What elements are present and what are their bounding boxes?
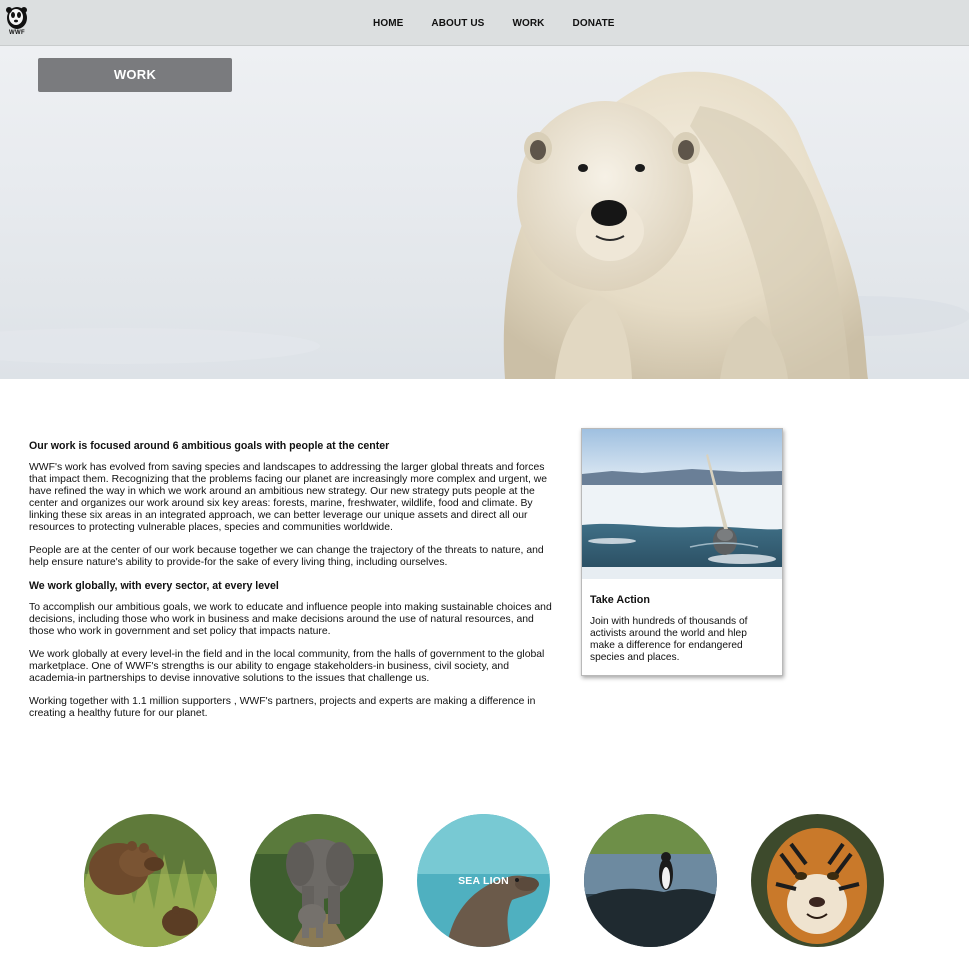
narwhal-image: [582, 429, 782, 579]
elephant-circle[interactable]: [250, 814, 383, 947]
goals-heading: Our work is focused around 6 ambitious g…: [29, 440, 390, 452]
take-action-card[interactable]: Take Action Join with hundreds of thousa…: [581, 428, 783, 676]
hero-banner: WORK: [0, 46, 969, 379]
nav-home-link[interactable]: HOME: [373, 18, 403, 29]
brown-bear-circle[interactable]: [84, 814, 217, 947]
top-nav: WWF HOME ABOUT US WORK DONATE: [0, 0, 969, 46]
paragraph-supporters: Working together with 1.1 million suppor…: [29, 696, 536, 719]
logo-text: WWF: [9, 30, 25, 36]
tiger-image: [751, 814, 884, 947]
paragraph-evolution: WWF's work has evolved from saving speci…: [29, 462, 548, 533]
tiger-circle[interactable]: [751, 814, 884, 947]
polar-bear-image: [0, 71, 969, 379]
global-heading: We work globally, with every sector, at …: [29, 580, 279, 592]
brown-bear-image: [84, 814, 217, 947]
paragraph-global: We work globally at every level-in the f…: [29, 649, 545, 684]
penguin-circle[interactable]: [584, 814, 717, 947]
wwf-panda-logo[interactable]: WWF: [4, 6, 30, 39]
nav-work-link[interactable]: WORK: [512, 18, 544, 29]
paragraph-people: People are at the center of our work bec…: [29, 545, 544, 568]
sea-lion-label: SEA LION: [458, 875, 509, 887]
penguin-image: [584, 814, 717, 947]
nav-about-link[interactable]: ABOUT US: [431, 18, 484, 29]
main-content: Our work is focused around 6 ambitious g…: [29, 440, 554, 731]
elephant-image: [250, 814, 383, 947]
page-title-badge: WORK: [38, 58, 232, 92]
main-menu: HOME ABOUT US WORK DONATE: [373, 18, 615, 29]
nav-donate-link[interactable]: DONATE: [573, 18, 615, 29]
panda-icon: [6, 7, 27, 29]
card-body: Join with hundreds of thousands of activ…: [590, 616, 748, 663]
card-title: Take Action: [590, 594, 650, 606]
paragraph-accomplish: To accomplish our ambitious goals, we wo…: [29, 602, 552, 637]
sea-lion-circle[interactable]: SEA LION: [417, 814, 550, 947]
